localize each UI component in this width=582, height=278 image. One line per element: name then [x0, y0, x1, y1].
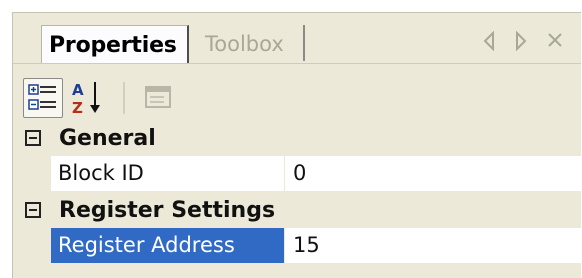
- tab-strip: Properties Toolbox: [13, 13, 581, 64]
- collapse-icon[interactable]: [25, 130, 41, 146]
- property-name[interactable]: Block ID: [51, 156, 285, 191]
- properties-window: Properties Toolbox A Z General Block ID …: [12, 12, 581, 278]
- categorized-button[interactable]: [23, 78, 63, 118]
- category-general[interactable]: General: [13, 120, 581, 156]
- category-label: General: [59, 126, 156, 151]
- category-label: Register Settings: [59, 198, 276, 223]
- property-name[interactable]: Register Address: [51, 228, 285, 263]
- property-pages-icon: [145, 86, 171, 108]
- property-value[interactable]: 15: [285, 228, 581, 263]
- toolbar-separator: [123, 82, 125, 114]
- property-row-block-id[interactable]: Block ID 0: [51, 156, 581, 192]
- category-register-settings[interactable]: Register Settings: [13, 192, 581, 228]
- property-pages-button: [139, 78, 179, 118]
- property-value[interactable]: 0: [285, 156, 581, 191]
- alphabetical-sort-icon: A Z: [72, 81, 100, 117]
- tab-properties-label: Properties: [49, 33, 177, 58]
- alphabetical-sort-button[interactable]: A Z: [69, 78, 109, 118]
- nav-left-icon[interactable]: [475, 26, 503, 56]
- tab-properties[interactable]: Properties: [41, 25, 189, 64]
- tab-toolbox-label: Toolbox: [205, 32, 284, 56]
- property-grid: General Block ID 0 Register Settings Reg…: [13, 120, 581, 278]
- properties-toolbar: A Z: [13, 63, 581, 121]
- sort-letter-a: A: [72, 81, 84, 99]
- collapse-icon[interactable]: [25, 202, 41, 218]
- tab-toolbox[interactable]: Toolbox: [195, 25, 305, 61]
- close-icon[interactable]: [541, 26, 569, 56]
- sort-letter-z: Z: [72, 99, 83, 117]
- property-row-register-address[interactable]: Register Address 15: [51, 228, 581, 264]
- nav-right-icon[interactable]: [507, 26, 535, 56]
- categorized-icon: [28, 84, 56, 110]
